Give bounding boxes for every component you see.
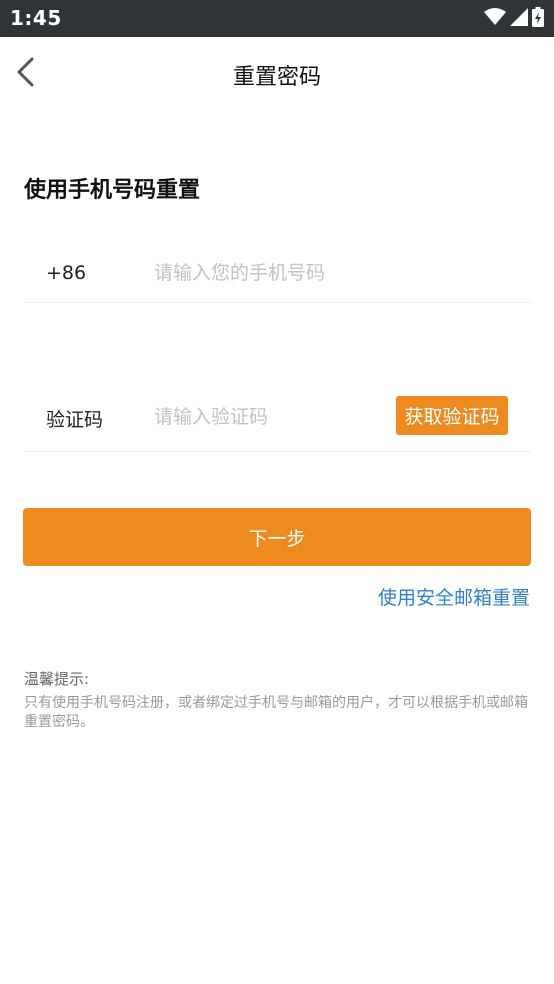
verification-code-row: 验证码 获取验证码 <box>24 388 531 452</box>
section-title: 使用手机号码重置 <box>24 178 201 203</box>
phone-input[interactable] <box>154 258 524 288</box>
tips-title: 温馨提示: <box>24 670 90 688</box>
nav-bar: 重置密码 <box>0 37 554 115</box>
country-code[interactable]: +86 <box>46 262 86 284</box>
phone-row: +86 <box>24 244 531 303</box>
signal-icon <box>510 8 528 30</box>
status-bar: 1:45 <box>0 0 554 37</box>
email-reset-link[interactable]: 使用安全邮箱重置 <box>378 583 530 610</box>
verification-code-label: 验证码 <box>46 409 104 431</box>
get-code-button[interactable]: 获取验证码 <box>396 396 508 435</box>
page-title: 重置密码 <box>232 65 321 90</box>
battery-charging-icon <box>532 7 544 31</box>
verification-code-input[interactable] <box>154 402 389 432</box>
tips-body: 只有使用手机号码注册，或者绑定过手机号与邮箱的用户，才可以根据手机或邮箱重置密码… <box>24 695 528 730</box>
next-step-button[interactable]: 下一步 <box>23 508 531 566</box>
status-icons <box>484 7 544 31</box>
status-time: 1:45 <box>10 6 62 30</box>
wifi-icon <box>484 8 506 30</box>
